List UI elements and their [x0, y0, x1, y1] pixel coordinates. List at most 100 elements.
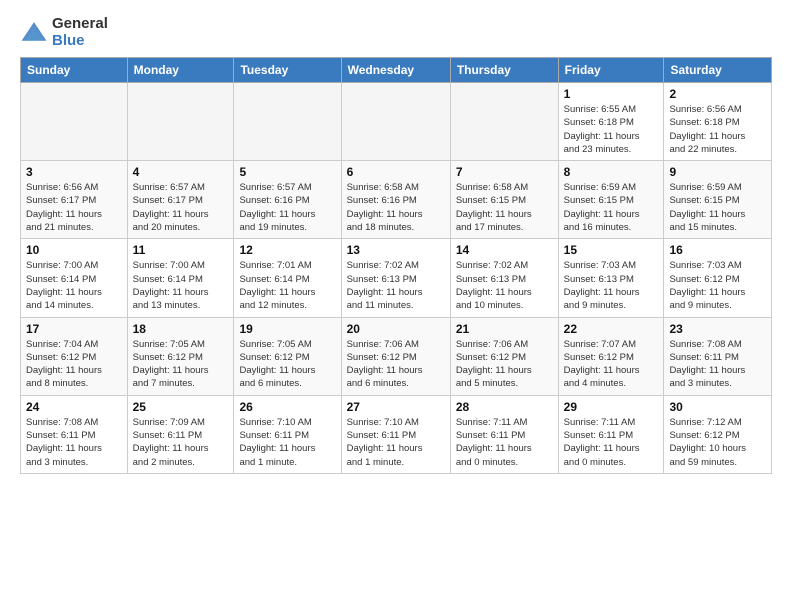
logo-general: General [52, 16, 108, 33]
calendar-cell: 17 Sunrise: 7:04 AM Sunset: 6:12 PM Dayli… [21, 317, 128, 395]
calendar-page: General Blue SundayMondayTuesdayWednesda… [0, 0, 792, 484]
day-number: 14 [456, 243, 553, 257]
calendar-cell: 24Sunrise: 7:08 AM Sunset: 6:11 PM Dayli… [21, 395, 128, 473]
calendar-cell: 28 Sunrise: 7:11 AM Sunset: 6:11 PM Dayli… [450, 395, 558, 473]
calendar-cell: 26 Sunrise: 7:10 AM Sunset: 6:11 PM Dayli… [234, 395, 341, 473]
day-number: 26 [239, 400, 335, 414]
calendar-cell: 16 Sunrise: 7:03 AM Sunset: 6:12 PM Dayli… [664, 239, 772, 317]
day-number: 19 [239, 322, 335, 336]
calendar-cell: 7 Sunrise: 6:58 AM Sunset: 6:15 PM Daylig… [450, 161, 558, 239]
day-info: Sunrise: 7:04 AM Sunset: 6:12 PM Dayligh… [26, 338, 122, 391]
day-number: 22 [564, 322, 659, 336]
day-info: Sunrise: 7:09 AM Sunset: 6:11 PM Dayligh… [133, 416, 229, 469]
day-number: 9 [669, 165, 766, 179]
day-number: 17 [26, 322, 122, 336]
day-info: Sunrise: 7:06 AM Sunset: 6:12 PM Dayligh… [347, 338, 445, 391]
calendar-cell: 29 Sunrise: 7:11 AM Sunset: 6:11 PM Dayli… [558, 395, 664, 473]
day-number: 2 [669, 87, 766, 101]
calendar-cell: 8 Sunrise: 6:59 AM Sunset: 6:15 PM Daylig… [558, 161, 664, 239]
day-info: Sunrise: 7:00 AM Sunset: 6:14 PM Dayligh… [26, 259, 122, 312]
calendar-cell: 30 Sunrise: 7:12 AM Sunset: 6:12 PM Dayli… [664, 395, 772, 473]
calendar-cell: 9 Sunrise: 6:59 AM Sunset: 6:15 PM Daylig… [664, 161, 772, 239]
day-info: Sunrise: 7:02 AM Sunset: 6:13 PM Dayligh… [456, 259, 553, 312]
day-number: 27 [347, 400, 445, 414]
calendar-cell: 27 Sunrise: 7:10 AM Sunset: 6:11 PM Dayli… [341, 395, 450, 473]
logo-blue: Blue [52, 33, 108, 50]
day-info: Sunrise: 6:56 AM Sunset: 6:17 PM Dayligh… [26, 181, 122, 234]
day-info: Sunrise: 7:02 AM Sunset: 6:13 PM Dayligh… [347, 259, 445, 312]
day-info: Sunrise: 7:11 AM Sunset: 6:11 PM Dayligh… [564, 416, 659, 469]
calendar-week-3: 10 Sunrise: 7:00 AM Sunset: 6:14 PM Dayli… [21, 239, 772, 317]
calendar-cell [450, 83, 558, 161]
calendar-week-2: 3 Sunrise: 6:56 AM Sunset: 6:17 PM Daylig… [21, 161, 772, 239]
calendar-week-5: 24Sunrise: 7:08 AM Sunset: 6:11 PM Dayli… [21, 395, 772, 473]
day-number: 20 [347, 322, 445, 336]
calendar-cell: 15Sunrise: 7:03 AM Sunset: 6:13 PM Dayli… [558, 239, 664, 317]
day-number: 25 [133, 400, 229, 414]
logo-icon [20, 19, 48, 47]
day-number: 30 [669, 400, 766, 414]
day-info: Sunrise: 7:05 AM Sunset: 6:12 PM Dayligh… [133, 338, 229, 391]
day-info: Sunrise: 7:06 AM Sunset: 6:12 PM Dayligh… [456, 338, 553, 391]
calendar-cell: 23 Sunrise: 7:08 AM Sunset: 6:11 PM Dayli… [664, 317, 772, 395]
day-info: Sunrise: 7:10 AM Sunset: 6:11 PM Dayligh… [347, 416, 445, 469]
calendar-header-row: SundayMondayTuesdayWednesdayThursdayFrid… [21, 58, 772, 83]
day-info: Sunrise: 6:59 AM Sunset: 6:15 PM Dayligh… [669, 181, 766, 234]
day-number: 5 [239, 165, 335, 179]
day-info: Sunrise: 7:08 AM Sunset: 6:11 PM Dayligh… [669, 338, 766, 391]
weekday-header-thursday: Thursday [450, 58, 558, 83]
day-info: Sunrise: 6:58 AM Sunset: 6:15 PM Dayligh… [456, 181, 553, 234]
day-number: 16 [669, 243, 766, 257]
day-number: 13 [347, 243, 445, 257]
day-number: 7 [456, 165, 553, 179]
calendar-cell: 13 Sunrise: 7:02 AM Sunset: 6:13 PM Dayli… [341, 239, 450, 317]
day-number: 29 [564, 400, 659, 414]
day-number: 1 [564, 87, 659, 101]
logo: General Blue [20, 16, 108, 49]
day-info: Sunrise: 6:55 AM Sunset: 6:18 PM Dayligh… [564, 103, 659, 156]
day-info: Sunrise: 6:57 AM Sunset: 6:16 PM Dayligh… [239, 181, 335, 234]
header: General Blue [20, 16, 772, 49]
calendar-week-4: 17 Sunrise: 7:04 AM Sunset: 6:12 PM Dayli… [21, 317, 772, 395]
calendar-cell: 20 Sunrise: 7:06 AM Sunset: 6:12 PM Dayli… [341, 317, 450, 395]
day-number: 8 [564, 165, 659, 179]
day-info: Sunrise: 7:00 AM Sunset: 6:14 PM Dayligh… [133, 259, 229, 312]
calendar-cell: 2 Sunrise: 6:56 AM Sunset: 6:18 PM Daylig… [664, 83, 772, 161]
day-number: 21 [456, 322, 553, 336]
day-number: 6 [347, 165, 445, 179]
day-info: Sunrise: 7:03 AM Sunset: 6:13 PM Dayligh… [564, 259, 659, 312]
calendar-table: SundayMondayTuesdayWednesdayThursdayFrid… [20, 57, 772, 474]
calendar-cell: 4Sunrise: 6:57 AM Sunset: 6:17 PM Daylig… [127, 161, 234, 239]
calendar-cell [234, 83, 341, 161]
calendar-cell: 21 Sunrise: 7:06 AM Sunset: 6:12 PM Dayli… [450, 317, 558, 395]
day-info: Sunrise: 7:12 AM Sunset: 6:12 PM Dayligh… [669, 416, 766, 469]
day-number: 10 [26, 243, 122, 257]
calendar-cell: 1 Sunrise: 6:55 AM Sunset: 6:18 PM Daylig… [558, 83, 664, 161]
day-info: Sunrise: 7:10 AM Sunset: 6:11 PM Dayligh… [239, 416, 335, 469]
weekday-header-friday: Friday [558, 58, 664, 83]
calendar-cell [21, 83, 128, 161]
day-number: 18 [133, 322, 229, 336]
calendar-cell: 5 Sunrise: 6:57 AM Sunset: 6:16 PM Daylig… [234, 161, 341, 239]
day-info: Sunrise: 7:07 AM Sunset: 6:12 PM Dayligh… [564, 338, 659, 391]
calendar-cell: 25 Sunrise: 7:09 AM Sunset: 6:11 PM Dayli… [127, 395, 234, 473]
calendar-cell: 6 Sunrise: 6:58 AM Sunset: 6:16 PM Daylig… [341, 161, 450, 239]
day-info: Sunrise: 7:01 AM Sunset: 6:14 PM Dayligh… [239, 259, 335, 312]
day-info: Sunrise: 7:11 AM Sunset: 6:11 PM Dayligh… [456, 416, 553, 469]
day-number: 28 [456, 400, 553, 414]
day-number: 3 [26, 165, 122, 179]
calendar-cell: 12 Sunrise: 7:01 AM Sunset: 6:14 PM Dayli… [234, 239, 341, 317]
calendar-cell [341, 83, 450, 161]
day-info: Sunrise: 6:59 AM Sunset: 6:15 PM Dayligh… [564, 181, 659, 234]
calendar-cell: 19Sunrise: 7:05 AM Sunset: 6:12 PM Dayli… [234, 317, 341, 395]
day-info: Sunrise: 7:03 AM Sunset: 6:12 PM Dayligh… [669, 259, 766, 312]
calendar-cell: 3 Sunrise: 6:56 AM Sunset: 6:17 PM Daylig… [21, 161, 128, 239]
weekday-header-sunday: Sunday [21, 58, 128, 83]
day-info: Sunrise: 6:56 AM Sunset: 6:18 PM Dayligh… [669, 103, 766, 156]
day-number: 23 [669, 322, 766, 336]
calendar-cell: 14 Sunrise: 7:02 AM Sunset: 6:13 PM Dayli… [450, 239, 558, 317]
day-info: Sunrise: 6:58 AM Sunset: 6:16 PM Dayligh… [347, 181, 445, 234]
day-number: 12 [239, 243, 335, 257]
weekday-header-wednesday: Wednesday [341, 58, 450, 83]
weekday-header-saturday: Saturday [664, 58, 772, 83]
